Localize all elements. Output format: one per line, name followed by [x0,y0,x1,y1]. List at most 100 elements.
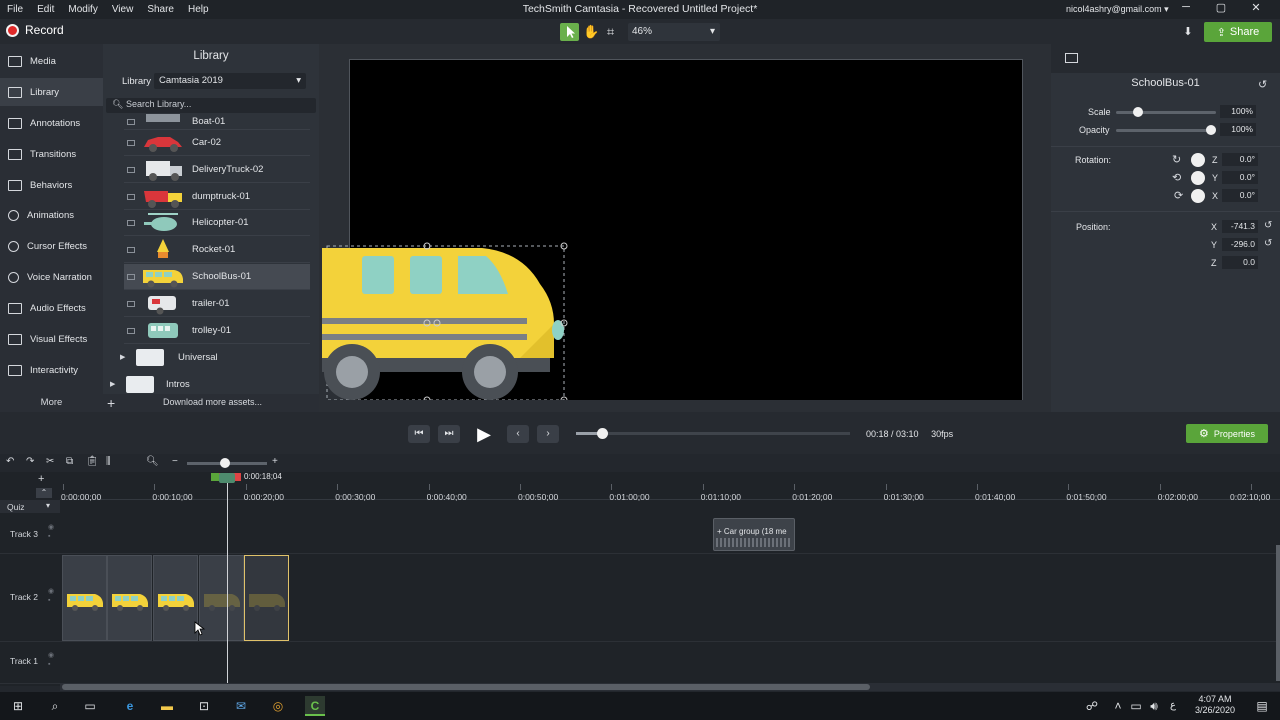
nav-media[interactable]: Media [0,47,103,75]
playback-scrubber[interactable] [576,432,850,435]
opacity-slider-handle[interactable] [1206,125,1216,135]
position-y-value[interactable]: -296.0 [1222,238,1258,251]
menu-file[interactable]: File [0,4,30,15]
nav-animations[interactable]: Animations [0,201,103,229]
reset-x-icon[interactable]: ↺ [1264,220,1272,231]
library-item[interactable]: Boat-01 [124,114,310,130]
file-explorer-icon[interactable]: ▬ [157,696,177,716]
add-track-icon[interactable]: + [38,473,44,485]
menu-modify[interactable]: Modify [61,4,104,15]
rotate-x-dial[interactable] [1191,189,1205,203]
scale-value[interactable]: 100% [1220,105,1256,118]
playback-scrubber-handle[interactable] [596,428,608,439]
crop-icon[interactable]: ⌗ [601,23,620,41]
task-view-icon[interactable]: ▭ [80,696,100,716]
language-indicator[interactable]: ع [1163,696,1183,716]
volume-icon[interactable]: 🔊︎ [1144,696,1164,716]
undo-icon[interactable]: ↶ [6,456,14,467]
record-button[interactable]: Record [6,23,64,37]
schoolbus-clip[interactable] [107,555,152,641]
library-item-selected[interactable]: SchoolBus-01 [124,264,310,290]
rotation-z-value[interactable]: 0.0° [1222,153,1258,166]
library-search-input[interactable]: 🔍︎ Search Library... [106,98,316,113]
nav-voice-narration[interactable]: Voice Narration [0,263,103,291]
library-folder[interactable]: ▶ Universal [106,344,314,370]
windows-start-icon[interactable]: ⊞ [8,696,28,716]
tray-chevron-icon[interactable]: ˄ [1108,696,1128,716]
download-more-assets-link[interactable]: Download more assets... [163,397,262,407]
nav-visual-effects[interactable]: Visual Effects [0,325,103,353]
zoom-out-icon[interactable]: − [172,456,178,467]
store-icon[interactable]: ⊡ [194,696,214,716]
mail-icon[interactable]: ✉ [231,696,251,716]
playhead-handle[interactable] [219,473,235,483]
network-icon[interactable]: ▭ [1126,696,1146,716]
menu-edit[interactable]: Edit [30,4,61,15]
cut-icon[interactable]: ✂ [46,456,54,467]
chrome-icon[interactable]: ◎ [268,696,288,716]
track-3-label[interactable]: Track 3 [10,529,38,539]
library-item[interactable]: trailer-01 [124,291,310,317]
search-icon[interactable]: ⌕ [45,696,65,716]
account-menu[interactable]: nicol4ashry@gmail.com ▾ [1066,4,1169,15]
horizontal-scrollbar[interactable] [62,684,870,690]
camtasia-taskbar-icon[interactable]: C [305,696,325,716]
opacity-value[interactable]: 100% [1220,123,1256,136]
menu-share[interactable]: Share [140,4,181,15]
nav-audio-effects[interactable]: Audio Effects [0,294,103,322]
menu-view[interactable]: View [105,4,141,15]
track-1-label[interactable]: Track 1 [10,656,38,666]
rotation-x-value[interactable]: 0.0° [1222,189,1258,202]
previous-frame-icon[interactable]: ‹ [507,425,529,443]
chevron-down-icon[interactable]: ▾ [46,501,50,510]
nav-more-button[interactable]: More [0,394,103,412]
vertical-scrollbar[interactable] [1276,545,1280,681]
library-item[interactable]: DeliveryTruck-02 [124,157,310,183]
edge-icon[interactable]: e [120,696,140,716]
copy-icon[interactable]: ⧉ [66,456,73,467]
collapse-icon[interactable]: ⌃ [36,488,52,498]
track-2-label[interactable]: Track 2 [10,592,38,602]
lock-icon[interactable]: ◉ ▪ [48,651,54,671]
notifications-icon[interactable]: ▤ [1252,696,1272,716]
lock-icon[interactable]: ◉ ▪ [48,523,54,543]
schoolbus-clip[interactable] [153,555,198,641]
nav-behaviors[interactable]: Behaviors [0,171,103,199]
schoolbus-clip-selected[interactable] [244,555,289,641]
in-marker[interactable] [211,473,219,481]
step-back-icon[interactable]: ⏮ [408,425,430,443]
play-icon[interactable]: ▶ [472,422,496,446]
scale-slider-handle[interactable] [1133,107,1143,117]
close-button[interactable]: ✕ [1240,1,1272,18]
select-tool-button[interactable] [560,23,579,41]
add-icon[interactable]: + [107,395,115,411]
library-item[interactable]: trolley-01 [124,318,310,344]
nav-annotations[interactable]: Annotations [0,109,103,137]
share-button[interactable]: ⇪ Share [1204,22,1272,42]
properties-button[interactable]: ⚙ Properties [1186,424,1268,443]
maximize-button[interactable]: ▢ [1205,1,1237,18]
nav-interactivity[interactable]: Interactivity [0,356,103,384]
opacity-slider[interactable] [1116,129,1216,132]
schoolbus-media-selected[interactable] [322,240,572,406]
paste-icon[interactable]: 📋︎ [86,456,99,467]
menu-help[interactable]: Help [181,4,216,15]
quiz-label[interactable]: Quiz [7,502,24,512]
reset-y-icon[interactable]: ↺ [1264,238,1272,249]
reset-icon[interactable]: ↺ [1258,78,1267,91]
nav-transitions[interactable]: Transitions [0,140,103,168]
position-z-value[interactable]: 0.0 [1222,256,1258,269]
step-forward-icon[interactable]: ⏭ [438,425,460,443]
system-clock[interactable]: 4:07 AM 3/26/2020 [1190,694,1240,716]
zoom-select[interactable]: 46% ▾ [628,23,720,41]
scale-slider[interactable] [1116,111,1216,114]
timeline-zoom-handle[interactable] [220,458,230,468]
visual-properties-tab-icon[interactable] [1065,53,1078,63]
download-icon[interactable]: ⬇ [1178,23,1198,41]
zoom-icon[interactable]: 🔍︎ [146,456,159,467]
nav-library[interactable]: Library [0,78,103,106]
schoolbus-clip[interactable] [62,555,107,641]
split-icon[interactable]: ⫼ [106,456,111,467]
next-frame-icon[interactable]: › [537,425,559,443]
library-item[interactable]: Rocket-01 [124,237,310,263]
